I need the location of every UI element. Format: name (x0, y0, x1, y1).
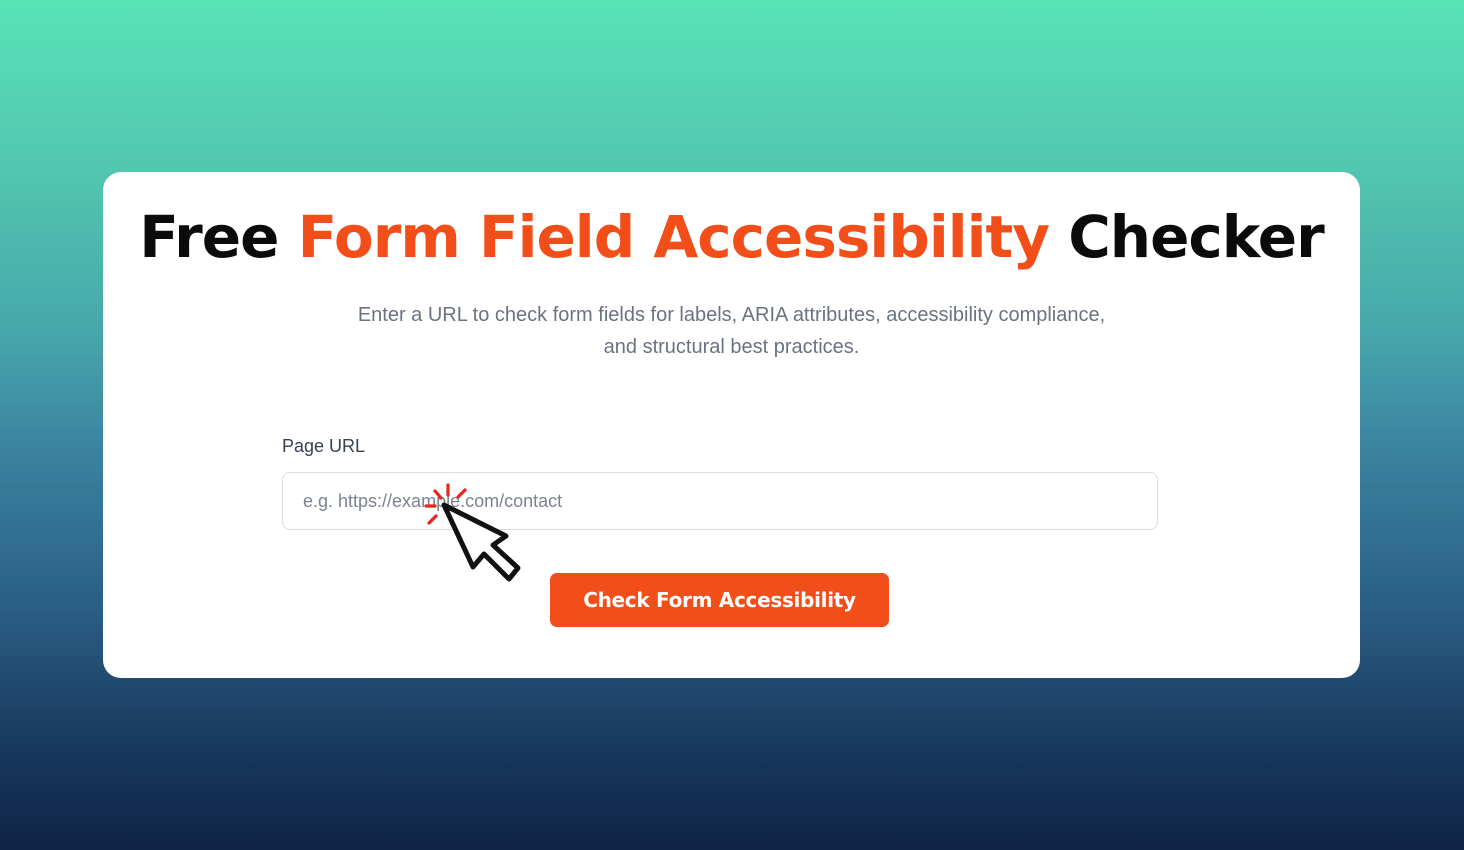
url-input[interactable] (282, 472, 1158, 530)
title-accent: Form Field Accessibility (297, 203, 1050, 271)
pointer-cursor-click-icon (424, 483, 521, 582)
page-subtitle: Enter a URL to check form fields for lab… (357, 304, 1106, 358)
title-prefix: Free (139, 203, 298, 271)
checker-card: Free Form Field Accessibility Checker En… (103, 172, 1360, 678)
check-form-accessibility-button[interactable]: Check Form Accessibility (550, 573, 889, 627)
title-suffix: Checker (1049, 203, 1325, 271)
page-title: Free Form Field Accessibility Checker (103, 202, 1360, 272)
url-field-label: Page URL (282, 436, 366, 456)
